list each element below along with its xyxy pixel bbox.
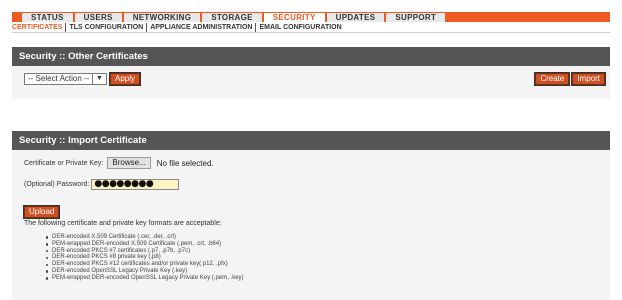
upload-wrap: Upload: [22, 201, 61, 219]
list-item: DER-encoded X.509 Certificate (.cer, .de…: [46, 234, 244, 241]
password-label: (Optional) Password:: [24, 181, 90, 188]
tab-storage[interactable]: STORAGE: [202, 13, 264, 22]
tab-users[interactable]: USERS: [74, 13, 124, 22]
panel-title: Security :: Import Certificate: [12, 131, 610, 150]
other-certificates-panel: Security :: Other Certificates -- Select…: [12, 47, 610, 99]
browse-button[interactable]: Browse...: [107, 157, 151, 169]
tab-support[interactable]: SUPPORT: [386, 13, 448, 22]
import-button[interactable]: Import: [571, 72, 606, 86]
subtab-appliance-administration[interactable]: APPLIANCE ADMINISTRATION: [147, 22, 257, 32]
certificate-field-row: Certificate or Private Key: Browse... No…: [24, 157, 214, 169]
tab-security[interactable]: SECURITY: [263, 13, 327, 22]
subtab-tls-configuration[interactable]: TLS CONFIGURATION: [66, 22, 148, 32]
action-row: -- Select Action -- ▼ Apply: [24, 72, 142, 86]
create-button[interactable]: Create: [534, 72, 571, 86]
panel-title: Security :: Other Certificates: [12, 47, 610, 66]
tab-networking[interactable]: NETWORKING: [123, 13, 203, 22]
certificate-label: Certificate or Private Key:: [24, 159, 104, 167]
list-item: DER-encoded PKCS #12 certificates and/or…: [46, 261, 244, 268]
import-certificate-panel: Security :: Import Certificate Certifica…: [12, 131, 610, 300]
top-tabs: STATUS USERS NETWORKING STORAGE SECURITY…: [22, 13, 448, 22]
tab-updates[interactable]: UPDATES: [326, 13, 387, 22]
file-status-text: No file selected.: [156, 158, 214, 168]
formats-list: DER-encoded X.509 Certificate (.cer, .de…: [46, 234, 244, 282]
tab-status[interactable]: STATUS: [22, 13, 75, 22]
password-field-row: (Optional) Password: ●●●●●●●●: [24, 179, 180, 190]
list-item: PEM-wrapped DER-encoded X.509 Certificat…: [46, 241, 244, 248]
upload-button[interactable]: Upload: [22, 205, 61, 219]
select-action-dropdown[interactable]: -- Select Action --: [24, 73, 93, 85]
subtab-email-configuration[interactable]: EMAIL CONFIGURATION: [256, 23, 344, 32]
password-input[interactable]: ●●●●●●●●: [91, 179, 180, 190]
apply-button[interactable]: Apply: [108, 72, 142, 86]
list-item: DER-encoded OpenSSL Legacy Private Key (…: [46, 268, 244, 275]
formats-intro-text: The following certificate and private ke…: [24, 220, 222, 227]
list-item: DER-encoded PKCS #7 certificates (.p7, .…: [46, 248, 244, 255]
list-item: DER-encoded PKCS #8 private key (.p8): [46, 254, 244, 261]
chevron-down-icon[interactable]: ▼: [93, 73, 107, 85]
security-subnav: CERTIFICATES TLS CONFIGURATION APPLIANCE…: [12, 22, 610, 33]
panel-actions: Create Import: [534, 72, 606, 86]
list-item: PEM-wrapped DER-encoded OpenSSL Legacy P…: [46, 275, 244, 282]
subtab-certificates[interactable]: CERTIFICATES: [12, 22, 67, 32]
